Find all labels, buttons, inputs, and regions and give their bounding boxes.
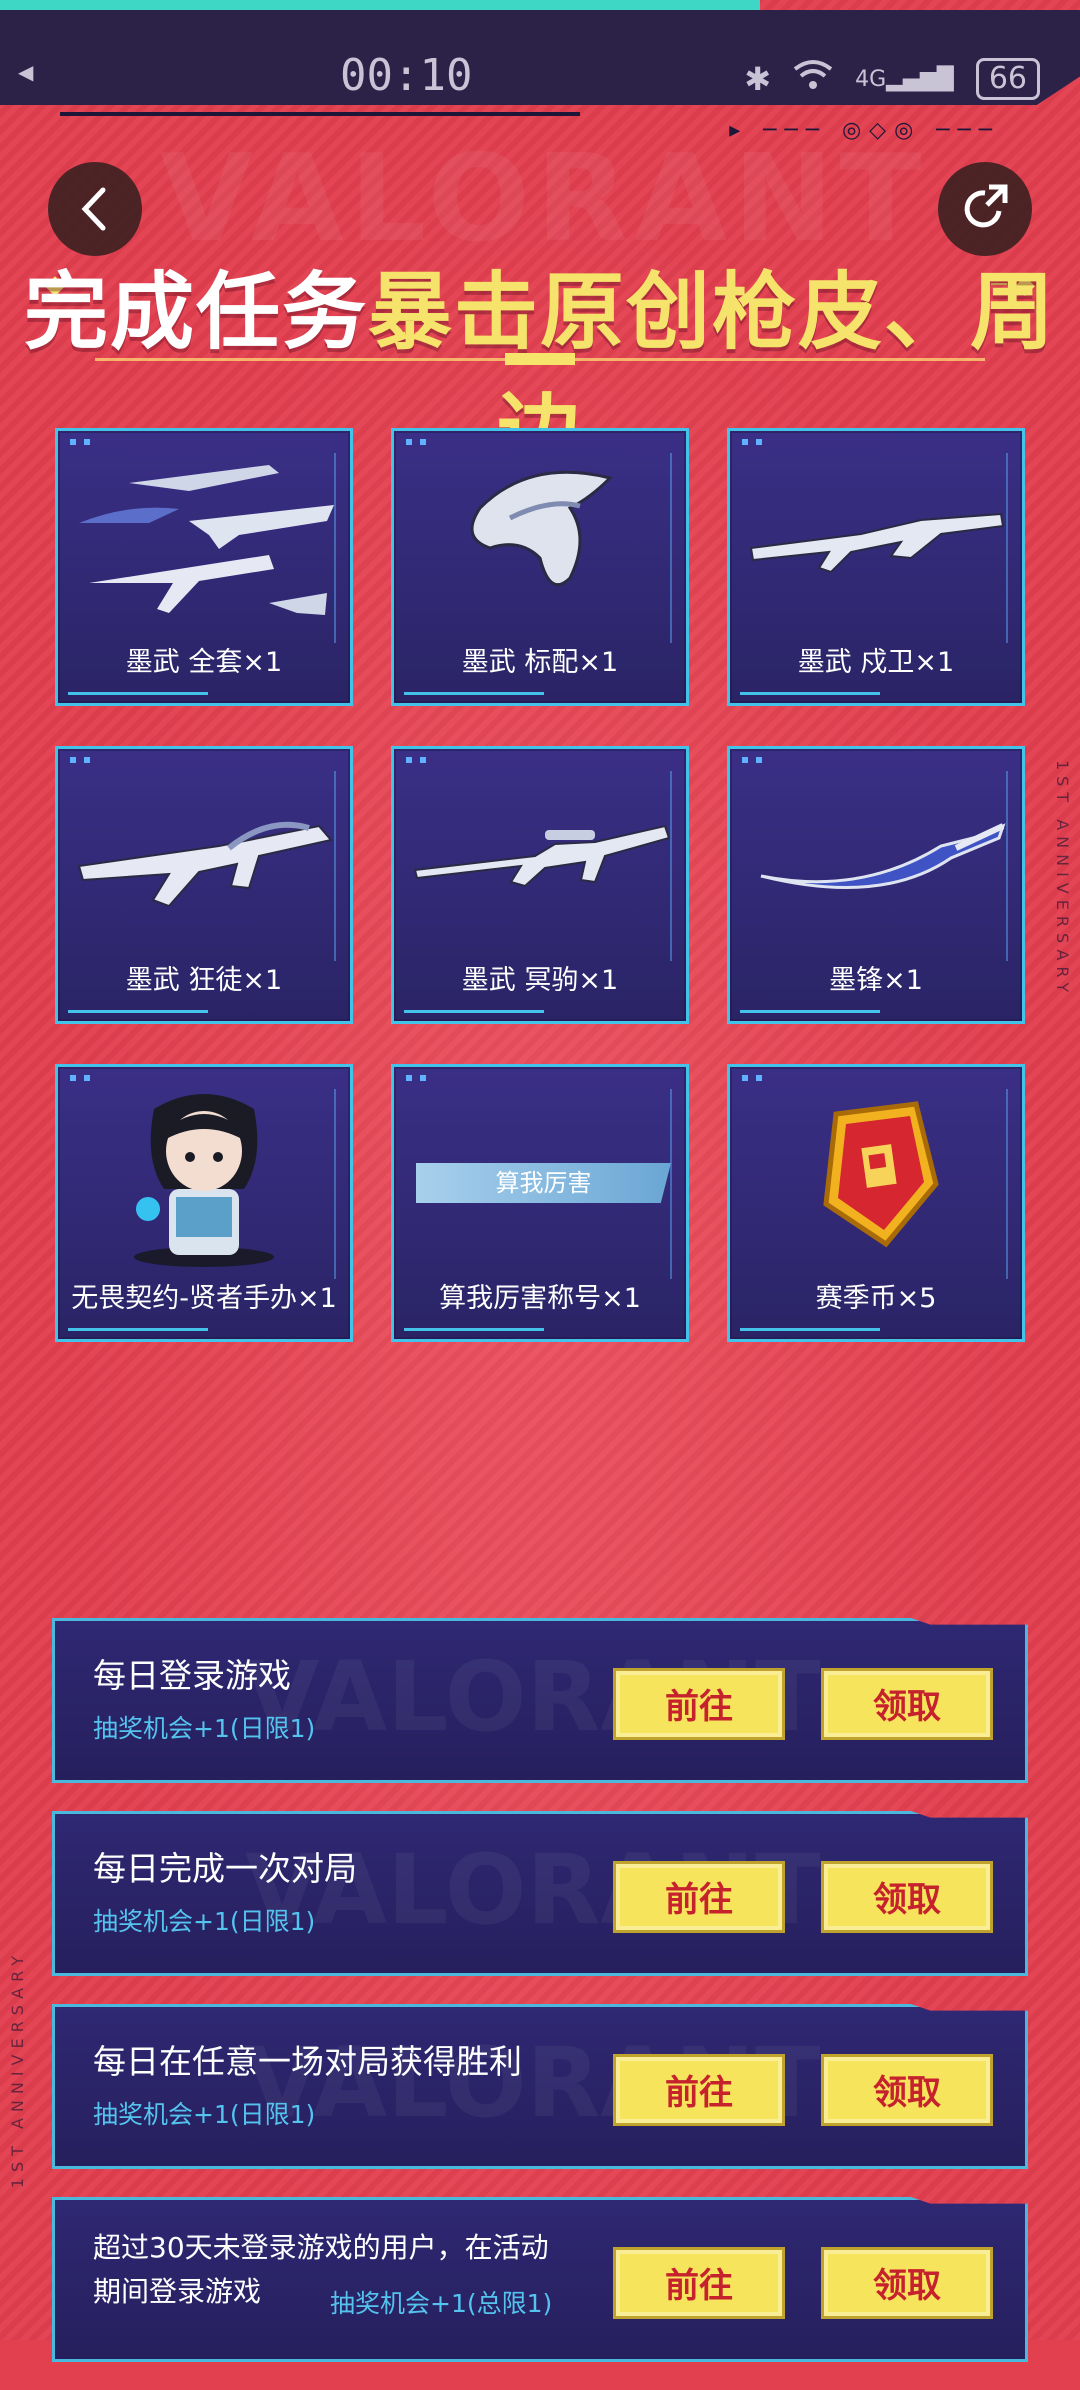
card-foot-bar <box>404 1010 544 1013</box>
claim-button[interactable]: 领取 <box>821 2054 993 2126</box>
reward-label: 无畏契约-贤者手办×1 <box>71 1283 337 1314</box>
go-button[interactable]: 前往 <box>613 1861 785 1933</box>
go-button[interactable]: 前往 <box>613 2247 785 2319</box>
decor-line <box>60 112 580 116</box>
reward-label: 墨武 全套×1 <box>125 647 283 678</box>
task-title: 每日在任意一场对局获得胜利 <box>93 2042 522 2081</box>
chevron-left-icon <box>81 187 106 231</box>
signal-icon: 4G▂▄▆█ <box>855 66 954 92</box>
card-foot-bar <box>740 1328 880 1331</box>
weapon-set-icon <box>58 443 350 633</box>
wifi-icon <box>793 59 833 99</box>
headline-white-text: 完成任务 <box>23 263 368 361</box>
back-button[interactable] <box>48 162 142 256</box>
status-icons: ✱ 4G▂▄▆█ 66 <box>744 58 1040 100</box>
headline-underline-mark <box>505 353 575 365</box>
task-title: 每日登录游戏 <box>93 1656 291 1695</box>
task-reward-text: 抽奖机会+1(日限1) <box>93 1907 316 1936</box>
reward-card[interactable]: 墨锋×1 <box>727 746 1025 1024</box>
sniper-skin-icon <box>394 761 686 951</box>
reward-card[interactable]: 墨武 狂徒×1 <box>55 746 353 1024</box>
status-marker-icon: ◀ <box>18 60 34 84</box>
card-corner-mark <box>406 1075 412 1081</box>
task-item: VALORANT 每日在任意一场对局获得胜利 抽奖机会+1(日限1) 前往 领取 <box>52 2004 1028 2169</box>
reward-label: 墨锋×1 <box>829 965 923 996</box>
card-foot-bar <box>68 1328 208 1331</box>
season-coin-icon <box>730 1079 1022 1269</box>
progress-accent-bar <box>0 0 760 10</box>
card-foot-bar <box>68 1010 208 1013</box>
reward-card[interactable]: 墨武 冥驹×1 <box>391 746 689 1024</box>
reward-card[interactable]: 无畏契约-贤者手办×1 <box>55 1064 353 1342</box>
reward-label: 赛季币×5 <box>815 1283 937 1314</box>
card-foot-bar <box>740 1010 880 1013</box>
reward-grid: 墨武 全套×1 墨武 标配×1 墨武 戍卫×1 墨武 狂徒×1 墨武 冥驹×1 … <box>55 428 1025 1342</box>
card-foot-bar <box>68 692 208 695</box>
go-button[interactable]: 前往 <box>613 1668 785 1740</box>
card-foot-bar <box>740 692 880 695</box>
task-item: VALORANT 每日登录游戏 抽奖机会+1(日限1) 前往 领取 <box>52 1618 1028 1783</box>
reward-label: 墨武 戍卫×1 <box>797 647 955 678</box>
figure-icon <box>58 1079 350 1269</box>
task-reward-text: 抽奖机会+1(日限1) <box>93 2100 316 2129</box>
share-icon <box>964 184 1008 228</box>
rifle-skin-icon <box>730 443 1022 633</box>
reward-label: 墨武 狂徒×1 <box>125 965 283 996</box>
card-foot-bar <box>404 1328 544 1331</box>
reward-label: 墨武 标配×1 <box>461 647 619 678</box>
go-button[interactable]: 前往 <box>613 2054 785 2126</box>
battery-indicator: 66 <box>975 58 1040 100</box>
task-actions: 前往 领取 <box>613 2247 993 2319</box>
claim-button[interactable]: 领取 <box>821 2247 993 2319</box>
task-reward-text: 抽奖机会+1(日限1) <box>93 1714 316 1743</box>
card-edge-bar <box>670 1089 676 1279</box>
decor-dots: ▸ ─── ◎◇◎ ─── <box>729 118 1000 143</box>
task-reward-text: 抽奖机会+1(总限1) <box>330 2289 553 2318</box>
status-bar: ◀ 00:10 ✱ 4G▂▄▆█ 66 <box>0 10 1080 105</box>
side-anniversary-text-left: 1ST ANNIVERSARY <box>8 1950 27 2189</box>
side-anniversary-text: 1ST ANNIVERSARY <box>1053 760 1072 999</box>
task-actions: 前往 领取 <box>613 1668 993 1740</box>
claim-button[interactable]: 领取 <box>821 1668 993 1740</box>
share-button[interactable] <box>938 162 1032 256</box>
reward-card[interactable]: 赛季币×5 <box>727 1064 1025 1342</box>
blade-skin-icon <box>730 761 1022 951</box>
reward-card[interactable]: 算我厉害 算我厉害称号×1 <box>391 1064 689 1342</box>
task-item: VALORANT 每日完成一次对局 抽奖机会+1(日限1) 前往 领取 <box>52 1811 1028 1976</box>
claim-button[interactable]: 领取 <box>821 1861 993 1933</box>
task-title: 每日完成一次对局 <box>93 1849 357 1888</box>
task-actions: 前往 领取 <box>613 2054 993 2126</box>
status-time: 00:10 <box>340 50 473 101</box>
reward-card[interactable]: 墨武 戍卫×1 <box>727 428 1025 706</box>
task-actions: 前往 领取 <box>613 1861 993 1933</box>
task-item: 超过30天未登录游戏的用户，在活动期间登录游戏 抽奖机会+1(总限1) 前往 领… <box>52 2197 1028 2362</box>
vandal-skin-icon <box>58 761 350 951</box>
melee-skin-icon <box>394 443 686 633</box>
card-foot-bar <box>404 692 544 695</box>
task-list: VALORANT 每日登录游戏 抽奖机会+1(日限1) 前往 领取 VALORA… <box>52 1618 1028 2390</box>
title-tag-icon: 算我厉害 <box>416 1163 671 1203</box>
bluetooth-icon: ✱ <box>744 60 772 98</box>
reward-card[interactable]: 墨武 全套×1 <box>55 428 353 706</box>
reward-label: 算我厉害称号×1 <box>439 1283 641 1314</box>
reward-card[interactable]: 墨武 标配×1 <box>391 428 689 706</box>
reward-label: 墨武 冥驹×1 <box>461 965 619 996</box>
